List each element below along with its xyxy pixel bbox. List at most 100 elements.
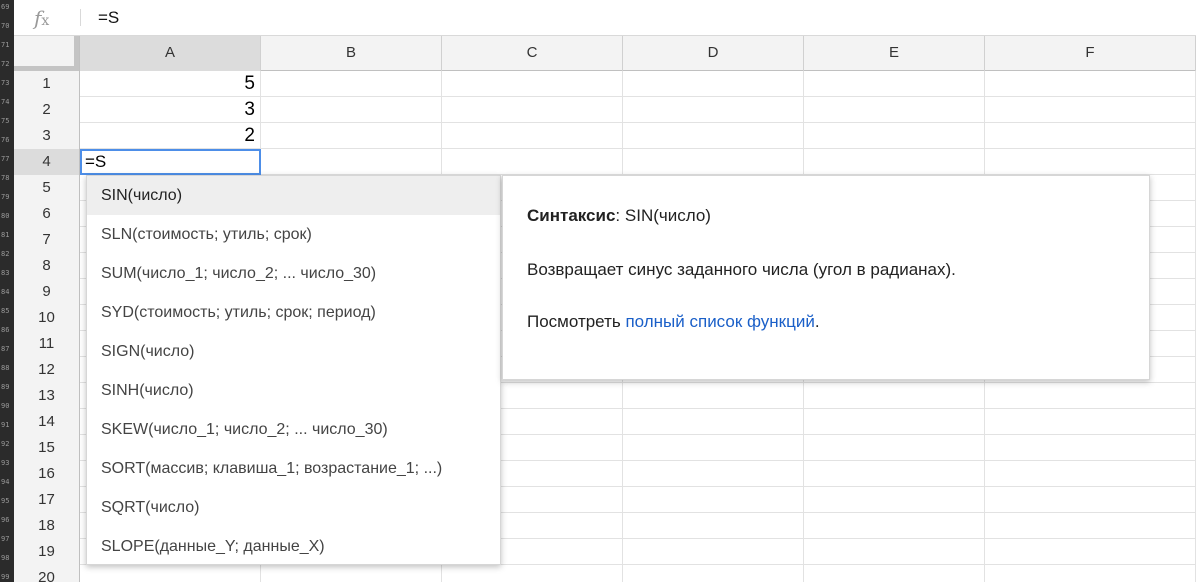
cell-f20[interactable] (985, 565, 1196, 582)
autocomplete-item[interactable]: SUM(число_1; число_2; ... число_30) (87, 254, 500, 293)
cell-e17[interactable] (804, 487, 985, 513)
cell-d2[interactable] (623, 97, 804, 123)
full-function-list-link[interactable]: полный список функций (625, 312, 814, 331)
autocomplete-item[interactable]: SQRT(число) (87, 488, 500, 527)
cell-f16[interactable] (985, 461, 1196, 487)
cell-e3[interactable] (804, 123, 985, 149)
row-header-7[interactable]: 7 (14, 227, 80, 253)
cell-f14[interactable] (985, 409, 1196, 435)
cell-d18[interactable] (623, 513, 804, 539)
cell-b2[interactable] (261, 97, 442, 123)
gutter-line-number: 99 (1, 573, 10, 581)
cell-a20[interactable] (80, 565, 261, 582)
gutter-line-number: 81 (1, 231, 10, 239)
cell-d17[interactable] (623, 487, 804, 513)
cell-d14[interactable] (623, 409, 804, 435)
column-header-f[interactable]: F (985, 36, 1196, 71)
autocomplete-item[interactable]: SORT(массив; клавиша_1; возрастание_1; .… (87, 449, 500, 488)
row-header-13[interactable]: 13 (14, 383, 80, 409)
autocomplete-item[interactable]: SKEW(число_1; число_2; ... число_30) (87, 410, 500, 449)
autocomplete-item[interactable]: SIN(число) (87, 176, 500, 215)
gutter-line-number: 90 (1, 402, 10, 410)
cell-c2[interactable] (442, 97, 623, 123)
gutter-line-number: 98 (1, 554, 10, 562)
cell-c4[interactable] (442, 149, 623, 175)
row-header-12[interactable]: 12 (14, 357, 80, 383)
cell-c20[interactable] (442, 565, 623, 582)
cell-c3[interactable] (442, 123, 623, 149)
autocomplete-item[interactable]: SYD(стоимость; утиль; срок; период) (87, 293, 500, 332)
freeze-column-handle[interactable] (74, 36, 79, 71)
cell-a1[interactable]: 5 (80, 71, 261, 97)
cell-d20[interactable] (623, 565, 804, 582)
autocomplete-item[interactable]: SIGN(число) (87, 332, 500, 371)
row-header-3[interactable]: 3 (14, 123, 80, 149)
row-header-1[interactable]: 1 (14, 71, 80, 97)
gutter-line-number: 74 (1, 98, 10, 106)
cell-e1[interactable] (804, 71, 985, 97)
row-header-14[interactable]: 14 (14, 409, 80, 435)
row-header-20[interactable]: 20 (14, 565, 80, 582)
cell-f3[interactable] (985, 123, 1196, 149)
row-header-19[interactable]: 19 (14, 539, 80, 565)
cell-f19[interactable] (985, 539, 1196, 565)
cell-e20[interactable] (804, 565, 985, 582)
cell-b4[interactable] (261, 149, 442, 175)
cell-e2[interactable] (804, 97, 985, 123)
formula-input[interactable]: =S (98, 8, 119, 28)
cell-b3[interactable] (261, 123, 442, 149)
row-header-18[interactable]: 18 (14, 513, 80, 539)
cell-b1[interactable] (261, 71, 442, 97)
cell-e18[interactable] (804, 513, 985, 539)
row-header-8[interactable]: 8 (14, 253, 80, 279)
cell-e19[interactable] (804, 539, 985, 565)
cell-f4[interactable] (985, 149, 1196, 175)
autocomplete-item[interactable]: SLOPE(данные_Y; данные_X) (87, 527, 500, 566)
cell-d19[interactable] (623, 539, 804, 565)
cell-e16[interactable] (804, 461, 985, 487)
gutter-line-number: 82 (1, 250, 10, 258)
row-header-4[interactable]: 4 (14, 149, 80, 175)
cell-d16[interactable] (623, 461, 804, 487)
cell-d4[interactable] (623, 149, 804, 175)
cell-d1[interactable] (623, 71, 804, 97)
select-all-corner[interactable] (14, 36, 80, 71)
autocomplete-item[interactable]: SLN(стоимость; утиль; срок) (87, 215, 500, 254)
cell-f15[interactable] (985, 435, 1196, 461)
column-header-c[interactable]: C (442, 36, 623, 71)
row-header-15[interactable]: 15 (14, 435, 80, 461)
cell-e14[interactable] (804, 409, 985, 435)
active-cell-a4[interactable]: =S (80, 149, 261, 175)
cell-c1[interactable] (442, 71, 623, 97)
gutter-line-number: 94 (1, 478, 10, 486)
cell-f1[interactable] (985, 71, 1196, 97)
column-header-a[interactable]: A (80, 36, 261, 71)
cell-e13[interactable] (804, 383, 985, 409)
column-header-e[interactable]: E (804, 36, 985, 71)
cell-f2[interactable] (985, 97, 1196, 123)
row-header-5[interactable]: 5 (14, 175, 80, 201)
cell-e4[interactable] (804, 149, 985, 175)
cell-a2[interactable]: 3 (80, 97, 261, 123)
cell-d15[interactable] (623, 435, 804, 461)
fx-icon: fx (34, 6, 50, 30)
autocomplete-item[interactable]: SINH(число) (87, 371, 500, 410)
cell-d13[interactable] (623, 383, 804, 409)
cell-a3[interactable]: 2 (80, 123, 261, 149)
row-header-16[interactable]: 16 (14, 461, 80, 487)
column-header-bar: ABCDEF (14, 36, 1196, 71)
column-header-b[interactable]: B (261, 36, 442, 71)
cell-f17[interactable] (985, 487, 1196, 513)
row-header-10[interactable]: 10 (14, 305, 80, 331)
cell-e15[interactable] (804, 435, 985, 461)
cell-f18[interactable] (985, 513, 1196, 539)
column-header-d[interactable]: D (623, 36, 804, 71)
row-header-6[interactable]: 6 (14, 201, 80, 227)
cell-d3[interactable] (623, 123, 804, 149)
cell-f13[interactable] (985, 383, 1196, 409)
row-header-9[interactable]: 9 (14, 279, 80, 305)
row-header-2[interactable]: 2 (14, 97, 80, 123)
row-header-17[interactable]: 17 (14, 487, 80, 513)
row-header-11[interactable]: 11 (14, 331, 80, 357)
cell-b20[interactable] (261, 565, 442, 582)
